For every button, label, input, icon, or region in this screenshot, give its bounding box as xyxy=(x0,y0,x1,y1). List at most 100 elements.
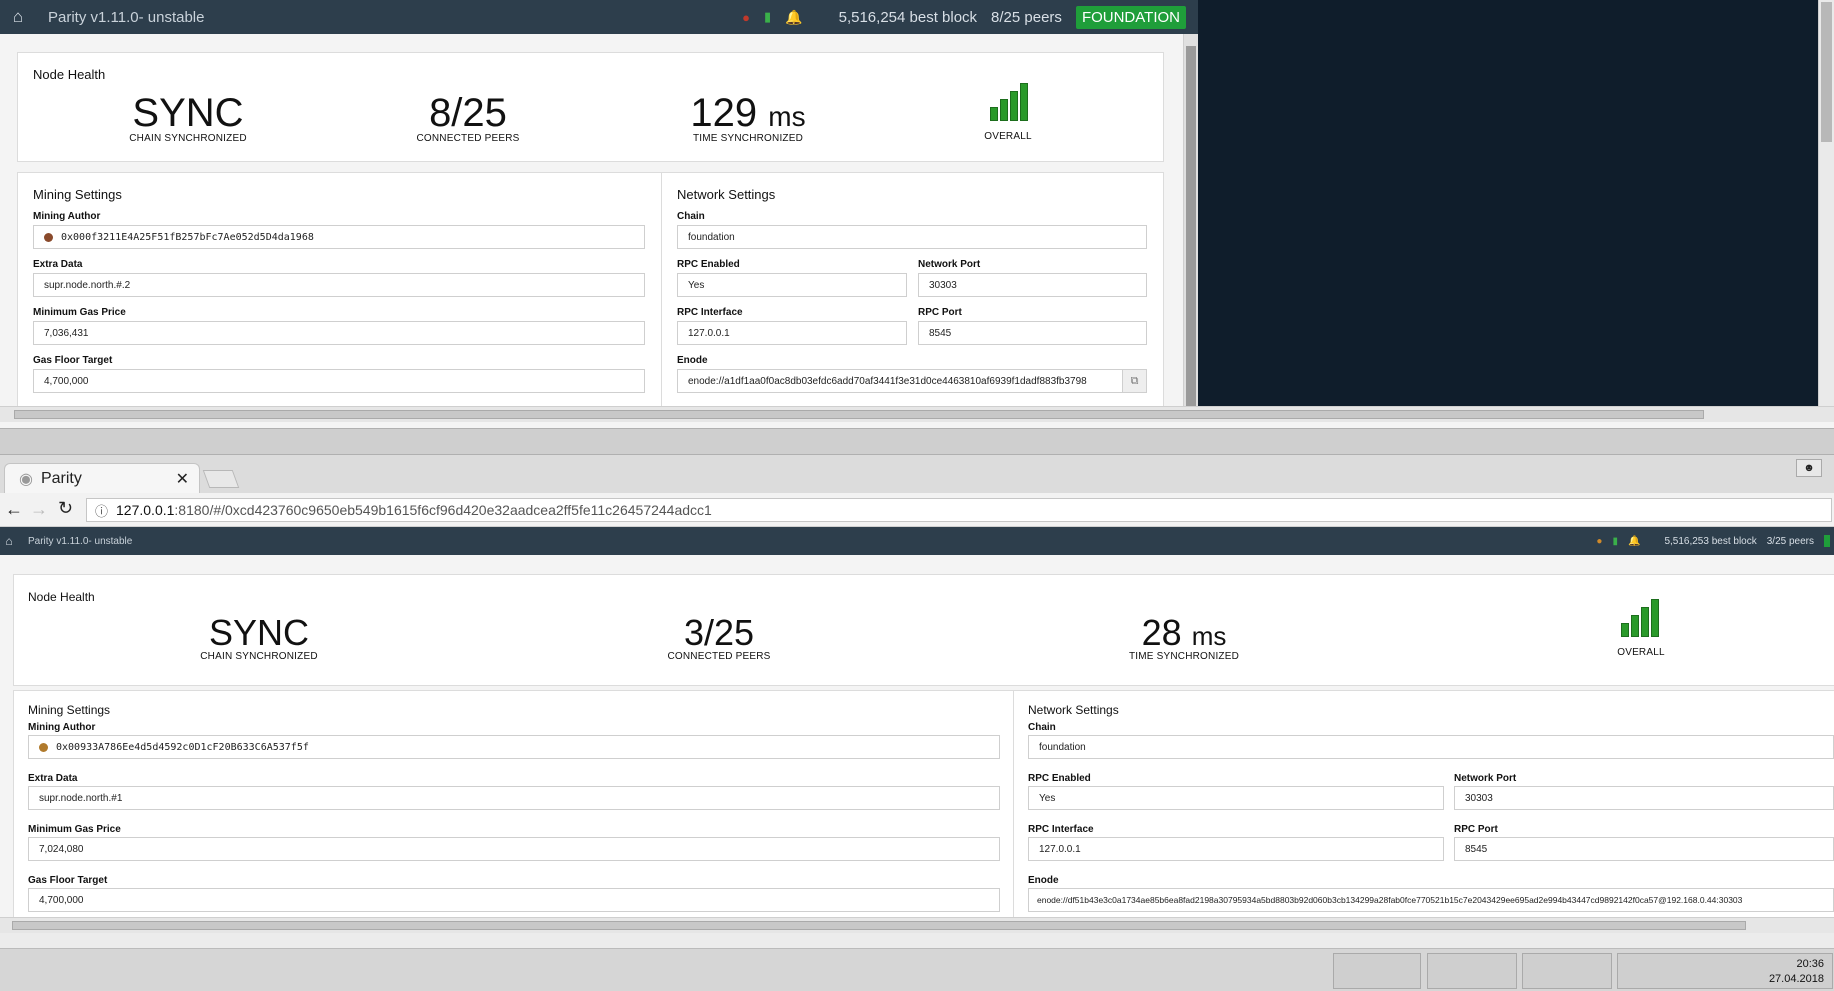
time-stat: 129 ms TIME SYNCHRONIZED xyxy=(668,93,828,144)
top-h-scrollbar-thumb[interactable] xyxy=(14,410,1704,419)
enode-label: Enode xyxy=(677,355,708,366)
tab-title: Parity xyxy=(40,469,82,487)
bottom-app-bar: ⌂ Parity v1.11.0- unstable ● ▮ 🔔 5,516,2… xyxy=(0,527,1834,555)
rpc-interface-label: RPC Interface xyxy=(677,307,743,318)
bell-icon[interactable]: 🔔 xyxy=(785,9,802,26)
top-content: Node Health SYNC CHAIN SYNCHRONIZED 8/25… xyxy=(0,34,1183,406)
bottom-enode-field[interactable]: enode://df51b43e3c0a1734ae85b6ea8fad2198… xyxy=(1028,888,1834,912)
top-window: ⌂ Parity v1.11.0- unstable ● ▮ 🔔 5,516,2… xyxy=(0,0,1834,428)
address-bar[interactable]: ⓘ 127.0.0.1:8180/#/0xcd423760c9650eb549b… xyxy=(86,498,1832,522)
chain-field[interactable]: foundation xyxy=(677,225,1147,249)
bottom-h-scrollbar[interactable] xyxy=(0,917,1834,933)
bottom-identicon-icon xyxy=(39,742,48,752)
chain-badge[interactable]: FOUNDATION xyxy=(1075,5,1186,29)
reload-icon[interactable]: ↻ xyxy=(58,498,73,519)
dark-panel xyxy=(1198,0,1818,406)
gas-floor-label: Gas Floor Target xyxy=(33,355,113,366)
bottom-network-title: Network Settings xyxy=(1028,703,1119,717)
peer-count: 8/25 peers xyxy=(991,8,1062,26)
bottom-chain-badge[interactable] xyxy=(1824,535,1830,547)
bottom-node-health-card: Node Health SYNC CHAIN SYNCHRONIZED 3/25… xyxy=(13,574,1834,686)
rpc-interface-field[interactable]: 127.0.0.1 xyxy=(677,321,907,345)
forward-icon[interactable]: → xyxy=(30,499,48,520)
tab-parity[interactable]: ◉ Parity ✕ xyxy=(4,463,200,493)
bottom-h-scrollbar-thumb[interactable] xyxy=(12,921,1746,930)
bottom-extra-data-field[interactable]: supr.node.north.#1 xyxy=(28,786,1000,810)
back-icon[interactable]: ← xyxy=(5,499,23,520)
identicon-icon xyxy=(44,232,53,242)
info-icon[interactable]: ⓘ xyxy=(95,501,108,520)
time-unit: ms xyxy=(768,101,806,132)
taskbar: 20:36 27.04.2018 xyxy=(0,948,1834,991)
mining-title: Mining Settings xyxy=(33,187,122,202)
content-scrollbar-thumb[interactable] xyxy=(1186,46,1196,406)
copy-icon[interactable]: ⧉ xyxy=(1122,370,1146,392)
top-app-bar: ⌂ Parity v1.11.0- unstable ● ▮ 🔔 5,516,2… xyxy=(0,0,1198,34)
right-scrollbar-thumb[interactable] xyxy=(1821,2,1832,142)
gas-floor-field[interactable]: 4,700,000 xyxy=(33,369,645,393)
bottom-gas-floor-field[interactable]: 4,700,000 xyxy=(28,888,1000,912)
extra-data-field[interactable]: supr.node.north.#.2 xyxy=(33,273,645,297)
bottom-mining-title: Mining Settings xyxy=(28,703,111,717)
clock[interactable]: 20:36 27.04.2018 xyxy=(1769,957,1824,987)
taskbar-button-2[interactable] xyxy=(1427,953,1517,989)
bottom-chain-field[interactable]: foundation xyxy=(1028,735,1834,759)
bottom-signal-icon[interactable]: ▮ xyxy=(1612,536,1618,547)
bottom-status-area: ● ▮ 🔔 5,516,253 best block 3/25 peers xyxy=(1596,527,1830,555)
clock-time: 20:36 xyxy=(1796,958,1824,970)
bottom-mining-author-field[interactable]: 0x00933A786Ee4d5d4592c0D1cF20B633C6A537f… xyxy=(28,735,1000,759)
time-label: TIME SYNCHRONIZED xyxy=(692,133,804,144)
profile-icon[interactable]: ☻ xyxy=(1796,459,1822,477)
rpc-port-field[interactable]: 8545 xyxy=(918,321,1147,345)
right-scrollbar[interactable] xyxy=(1818,0,1834,406)
bottom-rpc-enabled-label: RPC Enabled xyxy=(1028,773,1091,784)
network-title: Network Settings xyxy=(677,187,776,202)
bottom-time-value: 28 ms xyxy=(1141,612,1227,653)
rpc-enabled-field[interactable]: Yes xyxy=(677,273,907,297)
author-icon[interactable]: ● xyxy=(742,10,750,25)
url-path: :8180/#/0xcd423760c9650eb549b1615f6cf96d… xyxy=(174,502,712,518)
bottom-rpc-enabled-field[interactable]: Yes xyxy=(1028,786,1444,810)
bottom-time-stat: 28 ms TIME SYNCHRONIZED xyxy=(1104,612,1264,663)
bottom-rpc-port-label: RPC Port xyxy=(1454,824,1498,835)
url-host: 127.0.0.1 xyxy=(116,502,175,518)
bottom-sync-label: CHAIN SYNCHRONIZED xyxy=(200,651,318,662)
gas-price-field[interactable]: 7,036,431 xyxy=(33,321,645,345)
bottom-gas-price-field[interactable]: 7,024,080 xyxy=(28,837,1000,861)
bottom-mining-author-label: Mining Author xyxy=(28,722,96,733)
bottom-peer-count: 3/25 peers xyxy=(1766,535,1814,547)
taskbar-button-1[interactable] xyxy=(1333,953,1421,989)
overall-bars-icon xyxy=(990,83,1028,121)
bottom-node-health-title: Node Health xyxy=(28,590,95,604)
app-title: Parity v1.11.0- unstable xyxy=(48,8,205,26)
bottom-network-port-field[interactable]: 30303 xyxy=(1454,786,1834,810)
bottom-sync-stat: SYNC CHAIN SYNCHRONIZED xyxy=(184,615,334,663)
window-divider xyxy=(0,428,1834,455)
home-icon[interactable]: ⌂ xyxy=(0,7,36,27)
parity-favicon-icon: ◉ xyxy=(19,470,33,488)
clock-date: 27.04.2018 xyxy=(1768,973,1824,985)
chain-label: Chain xyxy=(677,211,705,222)
bottom-rpc-port-field[interactable]: 8545 xyxy=(1454,837,1834,861)
bottom-home-icon[interactable]: ⌂ xyxy=(2,534,16,548)
time-value: 129 ms xyxy=(690,91,806,135)
content-scrollbar[interactable] xyxy=(1183,34,1198,406)
rpc-enabled-label: RPC Enabled xyxy=(677,259,740,270)
mining-author-field[interactable]: 0x000f3211E4A25F51fB257bFc7Ae052d5D4da19… xyxy=(33,225,645,249)
status-strip xyxy=(0,933,1834,948)
nav-bar: ← → ↻ ⓘ 127.0.0.1:8180/#/0xcd423760c9650… xyxy=(0,493,1834,527)
best-block: 5,516,254 best block xyxy=(838,8,978,26)
rpc-port-label: RPC Port xyxy=(918,307,962,318)
top-h-scrollbar[interactable] xyxy=(0,406,1834,422)
tab-close-icon[interactable]: ✕ xyxy=(176,469,189,489)
bottom-bell-icon[interactable]: 🔔 xyxy=(1628,536,1640,547)
taskbar-button-3[interactable] xyxy=(1522,953,1612,989)
bottom-mining-card: Mining Settings Mining Author 0x00933A78… xyxy=(13,690,1014,917)
enode-field[interactable]: enode://a1df1aa0f0ac8db03efdc6add70af344… xyxy=(677,369,1147,393)
bottom-author-icon[interactable]: ● xyxy=(1596,536,1602,547)
bottom-rpc-interface-field[interactable]: 127.0.0.1 xyxy=(1028,837,1444,861)
bottom-network-card: Network Settings Chain foundation RPC En… xyxy=(1013,690,1834,917)
network-port-field[interactable]: 30303 xyxy=(918,273,1147,297)
new-tab-button[interactable] xyxy=(202,470,240,488)
signal-icon[interactable]: ▮ xyxy=(764,9,771,25)
